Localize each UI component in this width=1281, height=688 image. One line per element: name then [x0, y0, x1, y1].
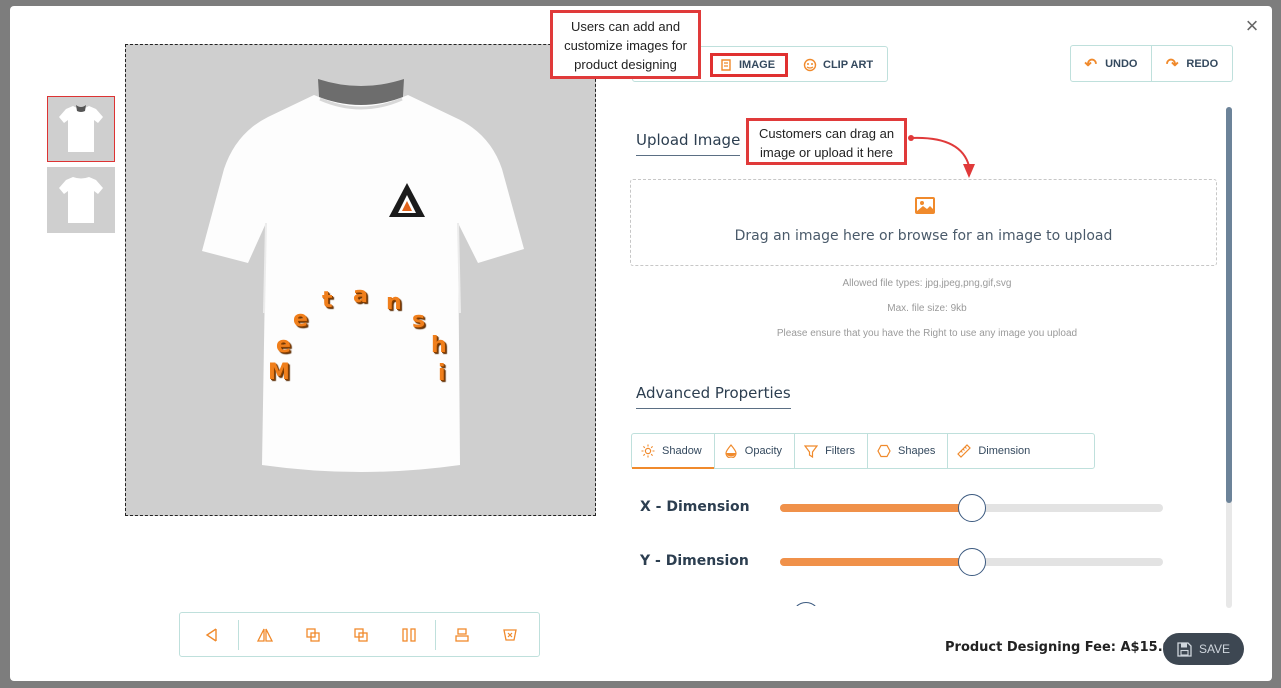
tab-dimension-label: Dimension — [978, 445, 1031, 457]
tab-image[interactable]: IMAGE — [710, 53, 788, 77]
tab-shapes[interactable]: Shapes — [867, 434, 947, 468]
flip-horizontal-icon[interactable] — [241, 620, 289, 650]
curved-text-letter[interactable]: e — [293, 307, 308, 332]
image-dropzone[interactable]: Drag an image here or browse for an imag… — [630, 179, 1217, 266]
history-controls: ↶ UNDO ↷ REDO — [1070, 45, 1233, 82]
redo-label: REDO — [1186, 57, 1219, 70]
tshirt-front-icon — [59, 105, 103, 152]
design-canvas[interactable]: M e e t a n s h i — [125, 44, 596, 516]
max-size-hint: Max. file size: 9kb — [887, 303, 967, 314]
x-dimension-label: X - Dimension — [640, 499, 750, 515]
send-backward-icon[interactable] — [337, 620, 385, 650]
filter-icon — [804, 445, 819, 458]
bring-forward-icon[interactable] — [289, 620, 337, 650]
tshirt-image — [202, 79, 524, 472]
thumbnail-back[interactable] — [47, 167, 115, 233]
curved-text-letter[interactable]: n — [386, 290, 402, 315]
advanced-property-tabs: Shadow Opacity Filters Shapes Dimension — [631, 433, 1095, 469]
tab-shadow-label: Shadow — [662, 445, 702, 457]
hexagon-icon — [877, 444, 891, 458]
sun-icon — [641, 444, 655, 458]
product-designer-modal: × M e e t a n s h i IMAGE CLIP ART ↶ UND… — [10, 6, 1272, 681]
curved-text-letter[interactable]: a — [353, 283, 368, 308]
clip-art-icon — [803, 58, 817, 72]
save-label: SAVE — [1198, 642, 1231, 656]
tab-filters-label: Filters — [825, 445, 856, 457]
close-icon[interactable]: × — [1242, 15, 1262, 37]
ruler-icon — [957, 444, 972, 458]
redo-button[interactable]: ↷ REDO — [1151, 46, 1232, 81]
drop-icon — [725, 444, 737, 458]
x-dimension-slider[interactable] — [780, 494, 1163, 522]
y-dimension-fill — [780, 558, 972, 566]
designing-fee: Product Designing Fee: A$15.00 — [945, 640, 1181, 655]
rights-notice: Please ensure that you have the Right to… — [776, 328, 1078, 339]
allowed-types-hint: Allowed file types: jpg,jpeg,png,gif,svg — [842, 278, 1012, 289]
upload-section-title: Upload Image — [636, 131, 741, 156]
align-left-icon[interactable] — [188, 620, 236, 650]
tab-filters[interactable]: Filters — [794, 434, 867, 468]
tab-clip-art[interactable]: CLIP ART — [803, 53, 873, 77]
properties-scrollbar[interactable] — [1226, 107, 1232, 608]
curved-text-letter[interactable]: e — [276, 333, 291, 358]
tshirt-back-icon — [59, 177, 103, 223]
undo-label: UNDO — [1105, 57, 1138, 70]
callout-image-tab: Users can add and customize images for p… — [550, 10, 701, 79]
curved-text-letter[interactable]: i — [438, 361, 446, 386]
tab-shadow[interactable]: Shadow — [632, 434, 714, 469]
x-dimension-knob[interactable] — [957, 494, 986, 522]
triangle-logo-icon[interactable] — [388, 181, 426, 219]
align-bottom-icon[interactable] — [438, 620, 486, 650]
save-button[interactable]: SAVE — [1163, 633, 1244, 665]
image-scroll-icon — [721, 59, 731, 71]
y-dimension-label: Y - Dimension — [640, 553, 749, 569]
redo-icon: ↷ — [1165, 55, 1179, 73]
tab-opacity-label: Opacity — [744, 445, 783, 457]
curved-text-letter[interactable]: M — [268, 360, 290, 385]
tab-dimension[interactable]: Dimension — [947, 434, 1042, 468]
scrollbar-thumb[interactable] — [1226, 107, 1232, 503]
undo-button[interactable]: ↶ UNDO — [1071, 46, 1151, 81]
curved-text-letter[interactable]: s — [412, 308, 425, 333]
curved-text-letter[interactable]: h — [431, 333, 447, 358]
tab-image-label: IMAGE — [739, 59, 776, 71]
x-dimension-fill — [780, 504, 972, 512]
image-icon — [915, 197, 935, 214]
align-center-vertical-icon[interactable] — [385, 620, 433, 650]
delete-shield-icon[interactable] — [486, 620, 534, 650]
y-dimension-knob[interactable] — [957, 548, 986, 576]
curved-text-letter[interactable]: t — [322, 288, 333, 313]
callout-upload: Customers can drag an image or upload it… — [746, 118, 907, 165]
tab-shapes-label: Shapes — [898, 445, 936, 457]
tab-opacity[interactable]: Opacity — [713, 434, 794, 468]
y-dimension-slider[interactable] — [780, 548, 1163, 576]
tab-clip-art-label: CLIP ART — [823, 59, 874, 71]
advanced-section-title: Advanced Properties — [636, 384, 791, 409]
thumbnail-front[interactable] — [47, 96, 115, 162]
canvas-toolbar — [179, 612, 540, 657]
undo-icon: ↶ — [1084, 55, 1098, 73]
floppy-disk-icon — [1177, 641, 1192, 657]
dropzone-text: Drag an image here or browse for an imag… — [734, 228, 1113, 244]
callout-arrow-icon — [908, 135, 975, 178]
